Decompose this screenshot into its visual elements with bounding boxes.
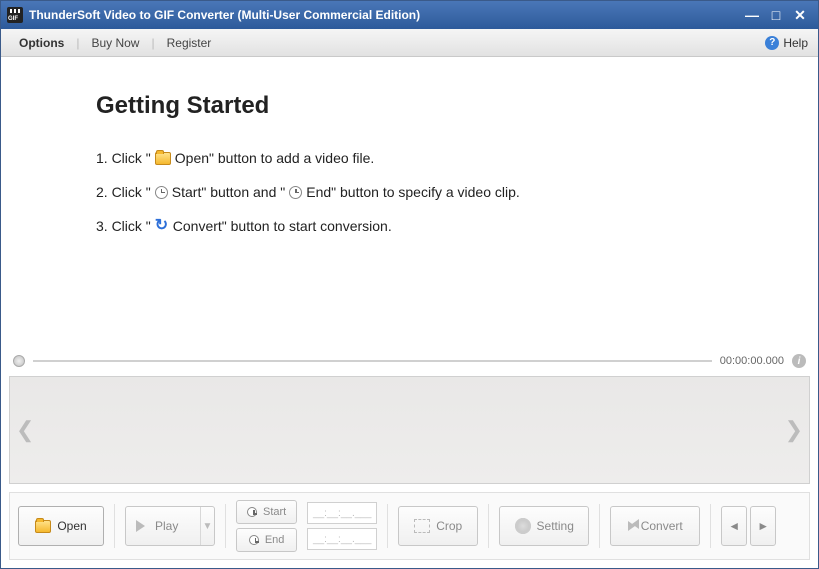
clock-icon — [247, 507, 257, 517]
step-1: 1. Click " Open" button to add a video f… — [96, 150, 723, 166]
app-icon — [7, 7, 23, 23]
clock-icon — [289, 186, 302, 199]
clock-icon — [249, 535, 259, 545]
gear-icon — [515, 518, 531, 534]
minimize-button[interactable]: — — [740, 6, 764, 24]
crop-button[interactable]: Crop — [398, 506, 478, 546]
step-3: 3. Click " Convert" button to start conv… — [96, 218, 723, 234]
separator — [599, 504, 600, 548]
separator: | — [151, 36, 154, 50]
convert-label: Convert — [641, 519, 683, 533]
heading: Getting Started — [96, 92, 723, 120]
prev-arrow[interactable]: ❮ — [16, 417, 34, 443]
info-icon[interactable]: i — [792, 354, 806, 368]
separator: | — [76, 36, 79, 50]
crop-label: Crop — [436, 519, 462, 533]
start-button[interactable]: Start — [236, 500, 297, 524]
time-display: 00:00:00.000 — [720, 355, 784, 367]
convert-icon — [155, 219, 169, 233]
timeline: 00:00:00.000 i — [1, 350, 818, 372]
separator — [710, 504, 711, 548]
close-button[interactable]: ✕ — [788, 6, 812, 24]
maximize-button[interactable]: □ — [764, 6, 788, 24]
open-label: Open — [57, 519, 86, 533]
setting-button[interactable]: Setting — [499, 506, 589, 546]
menubar: Options | Buy Now | Register ? Help — [1, 29, 818, 57]
thumbnail-strip: ❮ ❯ — [9, 376, 810, 484]
toolbar: Open Play ▼ Start End __:__:__.___ __:__… — [9, 492, 810, 560]
menu-register[interactable]: Register — [159, 32, 220, 54]
open-button[interactable]: Open — [18, 506, 104, 546]
help-icon: ? — [765, 36, 779, 50]
start-time-field[interactable]: __:__:__.___ — [307, 502, 377, 524]
menu-buy-now[interactable]: Buy Now — [83, 32, 147, 54]
convert-arrows-icon — [628, 521, 635, 531]
setting-label: Setting — [537, 519, 574, 533]
play-icon — [136, 520, 145, 532]
play-button[interactable]: Play ▼ — [125, 506, 215, 546]
play-label: Play — [151, 519, 194, 533]
end-time-field[interactable]: __:__:__.___ — [307, 528, 377, 550]
play-dropdown[interactable]: ▼ — [200, 507, 214, 545]
folder-icon — [35, 520, 51, 533]
separator — [387, 504, 388, 548]
help-label: Help — [783, 36, 808, 50]
separator — [488, 504, 489, 548]
getting-started-panel: Getting Started 1. Click " Open" button … — [1, 57, 818, 350]
timeline-track[interactable] — [33, 360, 712, 362]
timeline-thumb[interactable] — [13, 355, 25, 367]
folder-icon — [155, 152, 171, 165]
separator — [114, 504, 115, 548]
end-label: End — [265, 534, 285, 546]
window-title: ThunderSoft Video to GIF Converter (Mult… — [29, 8, 740, 22]
step-2: 2. Click " Start" button and " End" butt… — [96, 184, 723, 200]
crop-icon — [414, 519, 430, 533]
titlebar: ThunderSoft Video to GIF Converter (Mult… — [1, 1, 818, 29]
convert-button[interactable]: Convert — [610, 506, 700, 546]
next-arrow[interactable]: ❯ — [785, 417, 803, 443]
separator — [225, 504, 226, 548]
end-button[interactable]: End — [236, 528, 297, 552]
nav-next-button[interactable]: ► — [750, 506, 776, 546]
clock-icon — [155, 186, 168, 199]
menu-options[interactable]: Options — [11, 32, 72, 54]
help-button[interactable]: ? Help — [765, 36, 808, 50]
nav-prev-button[interactable]: ◄ — [721, 506, 747, 546]
app-window: ThunderSoft Video to GIF Converter (Mult… — [0, 0, 819, 569]
start-label: Start — [263, 506, 286, 518]
